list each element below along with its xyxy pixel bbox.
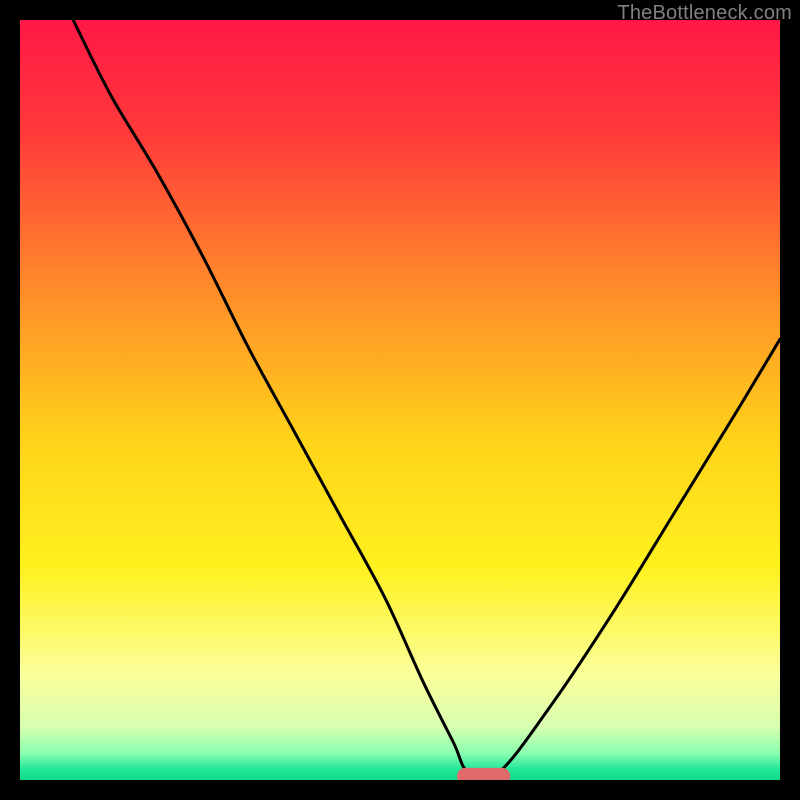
optimum-marker: [457, 768, 510, 780]
plot-area: [20, 20, 780, 780]
bottleneck-chart: [20, 20, 780, 780]
chart-frame: TheBottleneck.com: [0, 0, 800, 800]
